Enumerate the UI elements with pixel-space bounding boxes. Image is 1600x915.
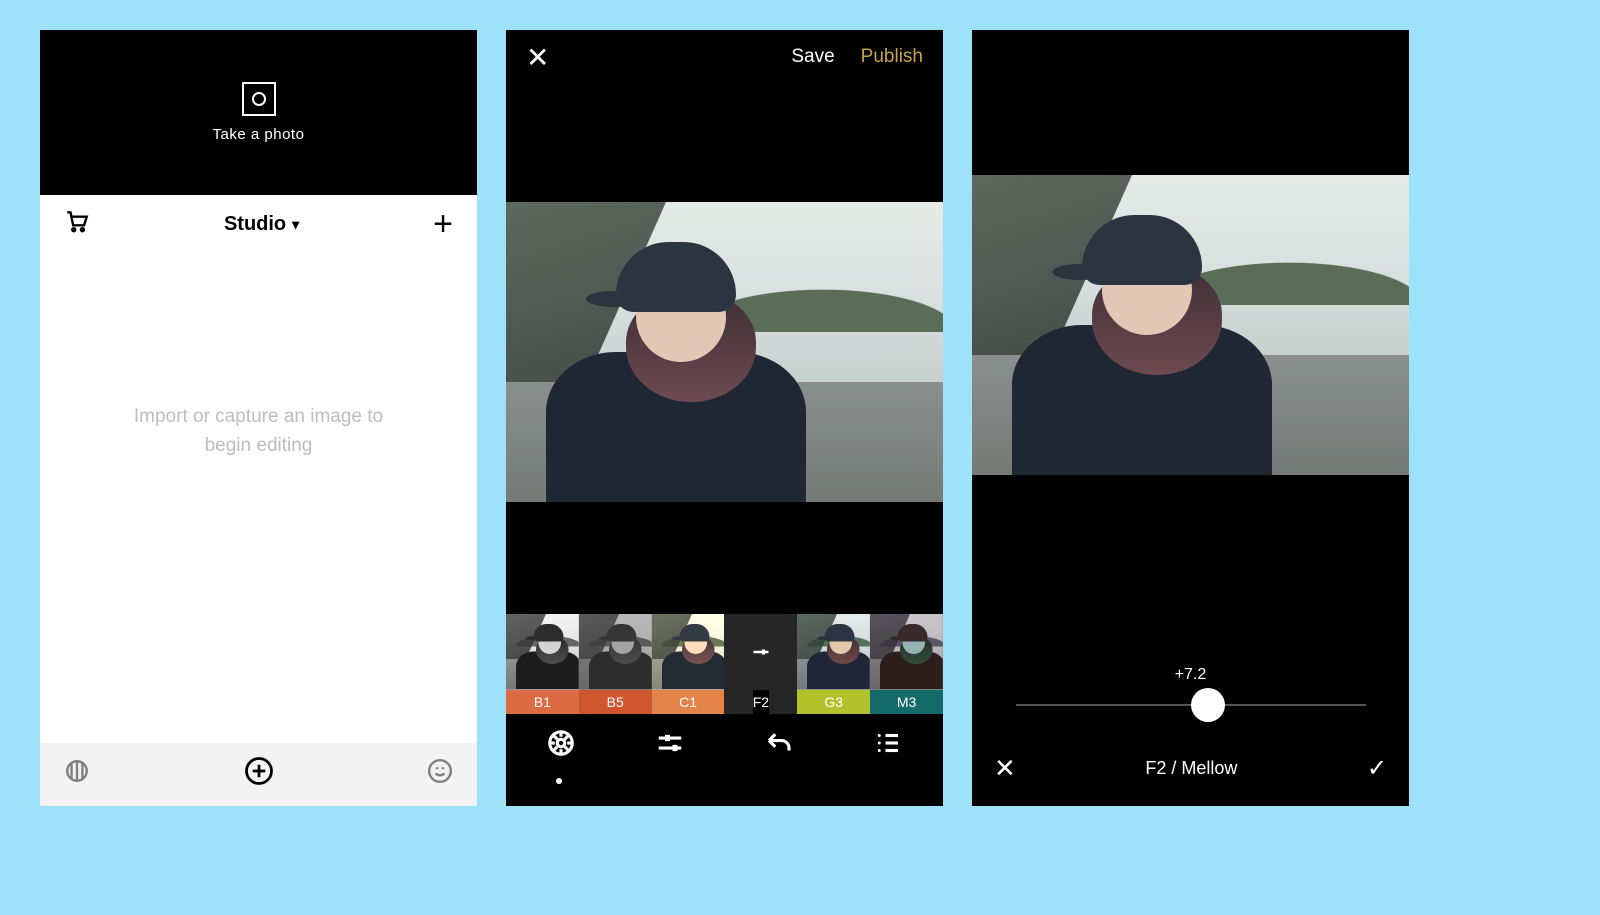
studio-empty-state: Import or capture an image to begin edit… — [40, 253, 477, 743]
filter-g3[interactable]: G3 — [797, 614, 870, 714]
slider-knob[interactable] — [1191, 688, 1225, 722]
confirm-button[interactable]: ✓ — [1367, 754, 1387, 783]
editor-toolbar — [506, 714, 943, 778]
page-indicator — [506, 778, 943, 806]
add-button[interactable]: + — [433, 205, 453, 244]
close-button[interactable]: ✕ — [526, 41, 549, 74]
presets-tab-icon[interactable] — [64, 758, 90, 791]
adjust-strength-icon — [748, 614, 774, 690]
studio-empty-text: Import or capture an image to begin edit… — [109, 403, 409, 460]
filter-b1[interactable]: B1 — [506, 614, 579, 714]
strength-slider-area: +7.2 — [972, 641, 1409, 731]
spacer — [972, 475, 1409, 641]
filter-name-label: F2 / Mellow — [1145, 758, 1237, 779]
cancel-button[interactable]: ✕ — [994, 753, 1016, 784]
tools-icon[interactable] — [655, 728, 685, 765]
editor-image-preview[interactable] — [506, 202, 943, 502]
publish-button[interactable]: Publish — [861, 46, 923, 68]
screen-slider: +7.2 ✕ F2 / Mellow ✓ — [972, 30, 1409, 806]
filter-strip: B1 B5 C1 F2 G3 M3 — [506, 614, 943, 714]
filter-label: M3 — [870, 690, 943, 714]
spacer — [506, 502, 943, 614]
filter-f2-selected[interactable]: F2 — [724, 614, 797, 714]
shop-icon[interactable] — [64, 208, 90, 241]
undo-icon[interactable] — [764, 728, 794, 765]
take-photo-label: Take a photo — [213, 126, 305, 143]
take-photo-button[interactable]: Take a photo — [40, 30, 477, 195]
add-tab-icon[interactable] — [244, 756, 274, 794]
tab-bar — [40, 743, 477, 806]
slider-image-preview[interactable] — [972, 175, 1409, 475]
slider-bottom-bar: ✕ F2 / Mellow ✓ — [972, 731, 1409, 806]
studio-header: Studio ▾ + — [40, 195, 477, 253]
studio-title-label: Studio — [224, 213, 286, 236]
save-button[interactable]: Save — [791, 46, 834, 68]
editor-topbar: ✕ Save Publish — [506, 30, 943, 84]
filter-b5[interactable]: B5 — [579, 614, 652, 714]
screen-editor: ✕ Save Publish B1 B5 C1 F2 — [506, 30, 943, 806]
spacer — [972, 30, 1409, 175]
studio-dropdown[interactable]: Studio ▾ — [224, 213, 299, 236]
camera-icon — [242, 82, 276, 116]
chevron-down-icon: ▾ — [292, 216, 299, 233]
slider-value: +7.2 — [1175, 666, 1207, 684]
screen-studio: Take a photo Studio ▾ + Import or captur… — [40, 30, 477, 806]
presets-icon[interactable] — [546, 728, 576, 765]
profile-tab-icon[interactable] — [427, 758, 453, 791]
filter-m3[interactable]: M3 — [870, 614, 943, 714]
spacer — [506, 84, 943, 202]
filter-label: B5 — [579, 690, 652, 714]
filter-label: B1 — [506, 690, 579, 714]
filter-c1[interactable]: C1 — [652, 614, 725, 714]
filter-label: C1 — [652, 690, 725, 714]
filter-label: F2 — [753, 690, 769, 714]
strength-slider[interactable] — [1016, 704, 1366, 706]
filter-label: G3 — [797, 690, 870, 714]
edit-history-icon[interactable] — [873, 728, 903, 765]
